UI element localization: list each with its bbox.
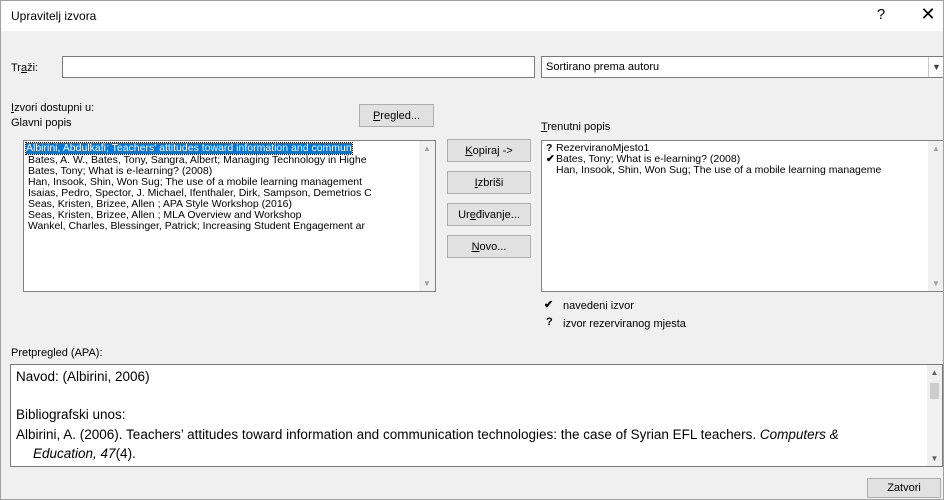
list-item[interactable]: Han, Insook, Shin, Won Sug; The use of a… <box>546 165 881 176</box>
current-list-label-rest: renutni popis <box>547 121 611 133</box>
window-title: Upravitelj izvora <box>11 9 97 23</box>
new-button[interactable]: Novo... <box>447 235 531 258</box>
scroll-down-icon[interactable]: ▼ <box>928 279 943 288</box>
current-list-scrollbar[interactable]: ▲ ▼ <box>928 141 943 291</box>
list-item[interactable]: Albirini, Abdulkafi; Teachers' attitudes… <box>25 142 353 155</box>
list-item[interactable]: Wankel, Charles, Blessinger, Patrick; In… <box>28 221 365 232</box>
scroll-thumb[interactable] <box>930 383 939 399</box>
preview-entry-issue: (4). <box>115 446 136 461</box>
preview-bibliography-heading: Bibliografski unos: <box>16 407 126 422</box>
scroll-up-icon[interactable]: ▲ <box>927 368 942 377</box>
current-source-list[interactable]: ? RezerviranoMjesto1 ✔Bates, Tony; What i… <box>541 140 943 292</box>
list-item-text: Han, Insook, Shin, Won Sug; The use of a… <box>556 164 882 176</box>
preview-entry-main: Albirini, A. (2006). Teachers’ attitudes… <box>16 427 760 442</box>
copy-button-accel: K <box>465 144 473 157</box>
new-button-accel: N <box>471 240 480 253</box>
scroll-down-icon[interactable]: ▼ <box>927 454 942 463</box>
preview-entry-journal: Computers & <box>759 427 839 442</box>
copy-button[interactable]: Kopiraj -> <box>447 139 531 162</box>
search-input[interactable] <box>62 56 535 78</box>
sources-available-label: Izvori dostupni u: <box>11 102 94 114</box>
apa-preview[interactable]: Navod: (Albirini, 2006) Bibliografski un… <box>10 364 943 467</box>
close-icon[interactable]: ✕ <box>917 4 939 25</box>
delete-button[interactable]: Izbriši <box>447 171 531 194</box>
close-button[interactable]: Zatvori <box>867 478 941 498</box>
scroll-up-icon[interactable]: ▲ <box>928 144 943 153</box>
edit-button[interactable]: Uređivanje... <box>447 203 531 226</box>
title-bar: Upravitelj izvora ? ✕ <box>1 1 943 31</box>
search-label-post: ži: <box>27 62 39 74</box>
edit-button-post: đivanje... <box>475 208 520 221</box>
delete-button-rest: zbriši <box>477 176 504 189</box>
cited-source-icon: ✔ <box>544 299 554 311</box>
master-source-list[interactable]: Albirini, Abdulkafi; Teachers' attitudes… <box>23 140 436 292</box>
search-label-pre: Tr <box>11 62 21 74</box>
new-button-rest: ovo... <box>479 240 507 253</box>
cited-mark: ✔ <box>546 153 555 165</box>
preview-entry-journal-cont: Education, 47 <box>33 446 116 461</box>
preview-citation: Navod: (Albirini, 2006) <box>16 369 150 384</box>
chevron-down-icon[interactable]: ▼ <box>928 57 943 77</box>
copy-button-rest: opiraj -> <box>472 144 513 157</box>
sources-available-label-rest: zvori dostupni u: <box>14 102 95 114</box>
sort-selected-value: Sortirano prema autoru <box>546 61 660 73</box>
source-manager-dialog: Upravitelj izvora ? ✕ Traži: Sortirano p… <box>0 0 944 500</box>
cited-source-label: navedeni izvor <box>563 300 634 312</box>
preview-entry-line-1: Albirini, A. (2006). Teachers’ attitudes… <box>16 427 839 442</box>
master-list-label: Glavni popis <box>11 117 72 129</box>
preview-scrollbar[interactable]: ▲ ▼ <box>927 365 942 466</box>
preview-entry-line-2: Education, 47(4). <box>33 446 136 461</box>
placeholder-source-label: izvor rezerviranog mjesta <box>563 318 686 330</box>
master-list-scrollbar[interactable]: ▲ ▼ <box>419 141 435 291</box>
scroll-up-icon[interactable]: ▲ <box>419 144 435 153</box>
scroll-down-icon[interactable]: ▼ <box>419 279 435 288</box>
edit-button-pre: Ur <box>458 208 470 221</box>
browse-button-rest: regled... <box>380 109 421 122</box>
browse-button[interactable]: Pregled... <box>359 104 434 127</box>
sort-dropdown[interactable]: Sortirano prema autoru ▼ <box>541 56 943 78</box>
search-label: Traži: <box>11 62 38 74</box>
preview-label: Pretpregled (APA): <box>11 347 103 359</box>
placeholder-source-icon: ? <box>546 316 553 328</box>
help-button[interactable]: ? <box>871 6 891 23</box>
current-list-label: Trenutni popis <box>541 121 610 133</box>
